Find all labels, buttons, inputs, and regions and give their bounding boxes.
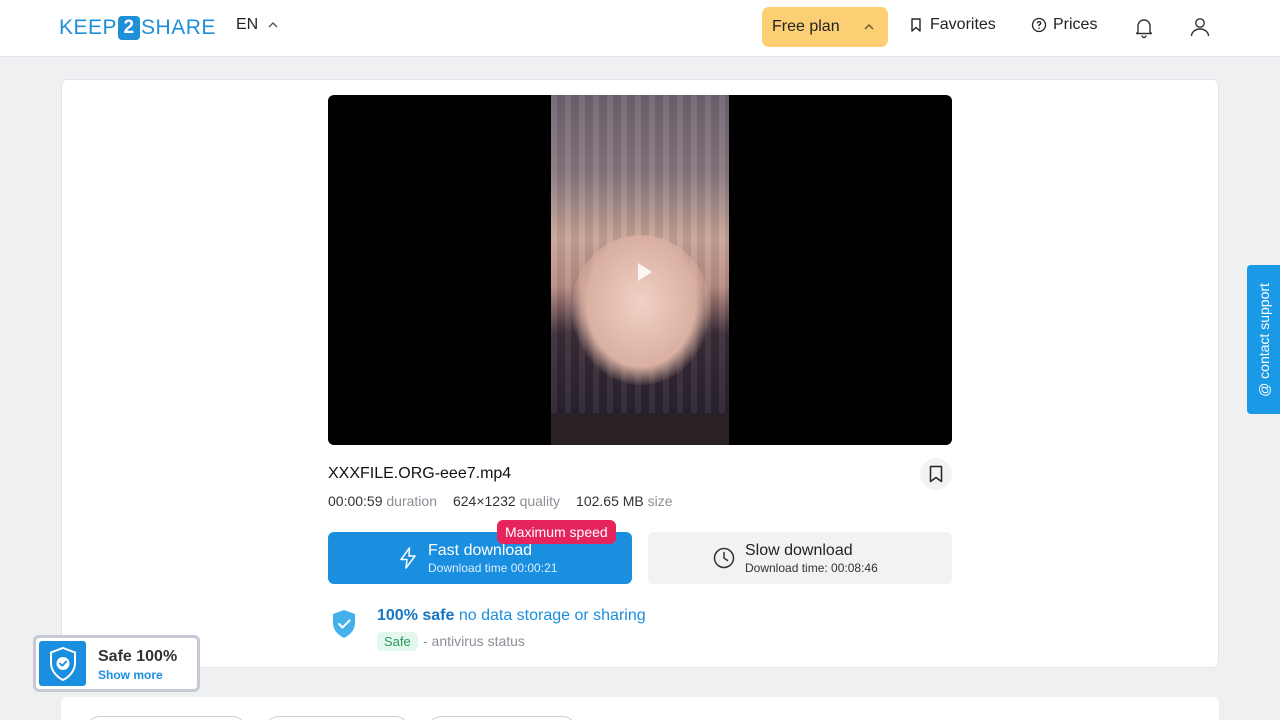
language-selector[interactable]: EN <box>236 16 278 34</box>
quality-value: 624×1232 <box>452 493 516 509</box>
show-more-link[interactable]: Show more <box>98 668 163 682</box>
slow-download-title: Slow download <box>745 542 853 559</box>
logo-text-share: SHARE <box>141 16 216 39</box>
free-plan-button[interactable]: Free plan <box>762 7 888 47</box>
video-thumbnail-footer <box>551 413 729 445</box>
fast-download-time: Download time 00:00:21 <box>428 561 558 575</box>
prices-label: Prices <box>1053 16 1098 33</box>
favorites-link[interactable]: Favorites <box>908 16 996 34</box>
lightning-icon <box>400 547 416 569</box>
top-bar: KEEP 2 SHARE EN Free plan Favorites Prices <box>0 0 1280 57</box>
video-thumbnail <box>551 95 729 413</box>
duration-info: 00:00:59 duration <box>328 493 437 509</box>
bookmark-icon <box>911 18 921 32</box>
antivirus-status-badge: Safe <box>377 632 418 651</box>
safe-widget[interactable]: Safe 100% Show more <box>33 635 200 692</box>
bell-icon[interactable] <box>1132 15 1156 39</box>
tab-pill[interactable] <box>264 716 410 720</box>
bookmark-icon <box>929 465 943 483</box>
tab-pill[interactable] <box>85 716 247 720</box>
quality-label: quality <box>519 493 561 509</box>
contact-support-label: @ contact support <box>1255 282 1272 397</box>
chevron-up-icon <box>864 24 874 30</box>
safety-text: no data storage or sharing <box>458 607 646 624</box>
antivirus-status-label: - antivirus status <box>423 633 525 649</box>
duration-value: 00:00:59 <box>328 493 383 509</box>
lower-card <box>61 697 1219 720</box>
safety-statement: 100% safe no data storage or sharing <box>377 607 646 625</box>
add-to-favorites-button[interactable] <box>920 458 952 490</box>
chevron-up-icon <box>268 22 278 28</box>
favorites-label: Favorites <box>930 16 996 33</box>
video-player[interactable] <box>328 95 952 445</box>
slow-download-time: Download time: 00:08:46 <box>745 561 878 575</box>
file-meta: 00:00:59 duration 624×1232 quality 102.6… <box>328 493 673 509</box>
user-icon[interactable] <box>1188 15 1212 39</box>
shield-check-icon <box>49 646 76 681</box>
language-label: EN <box>236 16 259 33</box>
safe-widget-title: Safe 100% <box>98 648 178 665</box>
clock-icon <box>713 547 735 569</box>
tab-pill[interactable] <box>427 716 577 720</box>
safe-widget-icon-box <box>39 641 86 686</box>
play-icon[interactable] <box>633 261 655 283</box>
prices-link[interactable]: Prices <box>1031 16 1097 34</box>
contact-support-tab[interactable]: @ contact support <box>1247 265 1280 414</box>
fast-download-title: Fast download <box>428 542 533 559</box>
shield-check-icon <box>333 610 355 638</box>
quality-info: 624×1232 quality <box>453 493 560 509</box>
size-label: size <box>647 493 673 509</box>
slow-download-button[interactable]: Slow download Download time: 00:08:46 <box>648 532 952 584</box>
size-info: 102.65 MB size <box>576 493 673 509</box>
size-value: 102.65 MB <box>576 493 644 509</box>
logo-text-2: 2 <box>118 16 141 40</box>
duration-label: duration <box>386 493 437 509</box>
safety-strong: 100% safe <box>377 607 455 624</box>
logo[interactable]: KEEP 2 SHARE <box>59 15 216 41</box>
logo-text-keep: KEEP <box>59 16 118 39</box>
help-circle-icon <box>1031 17 1047 33</box>
maximum-speed-badge: Maximum speed <box>497 520 616 544</box>
file-name: XXXFILE.ORG-eee7.mp4 <box>328 465 512 482</box>
plan-label: Free plan <box>772 18 840 35</box>
